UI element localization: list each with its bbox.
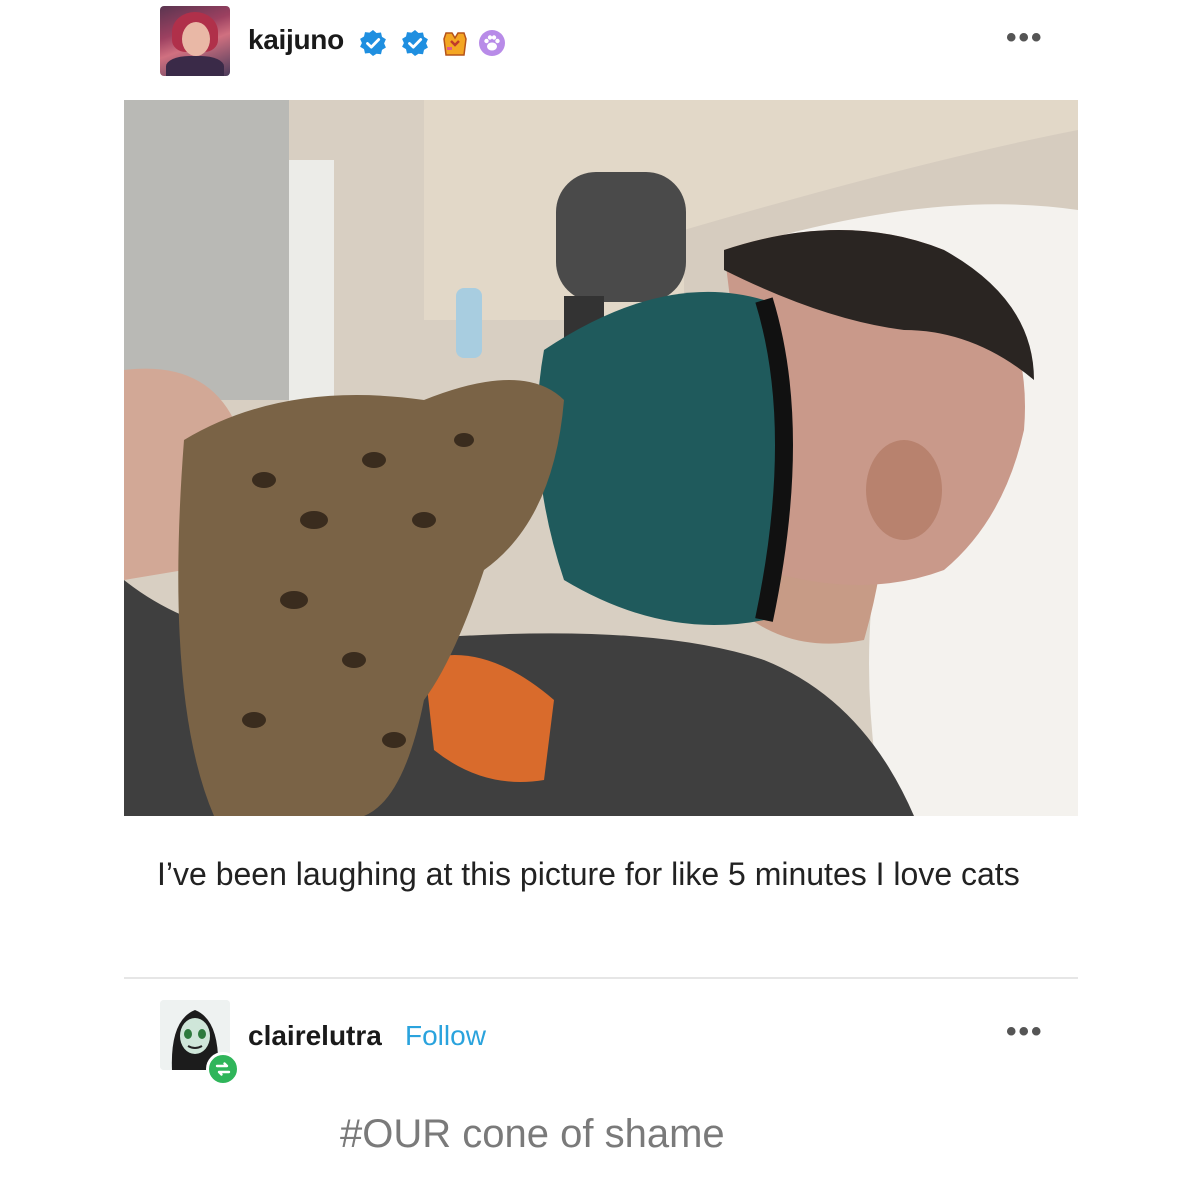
post-photo	[124, 100, 1078, 816]
more-options-ellipsis-icon[interactable]: •••	[1006, 1017, 1044, 1047]
author-username[interactable]: kaijuno	[248, 24, 344, 56]
paw-badge-icon	[479, 30, 505, 56]
reblog-icon	[206, 1052, 240, 1086]
more-options-ellipsis-icon[interactable]: •••	[1006, 23, 1044, 53]
verified-badge-icon	[360, 30, 386, 56]
reblogger-username[interactable]: clairelutra	[248, 1020, 382, 1052]
post-caption: I’ve been laughing at this picture for l…	[157, 856, 1020, 892]
divider	[124, 977, 1078, 979]
vest-badge-icon	[443, 32, 467, 56]
cat-and-man-with-cone-illustration	[124, 100, 1078, 816]
author-avatar[interactable]	[160, 6, 230, 76]
verified-badge-icon	[402, 30, 428, 56]
follow-button[interactable]: Follow	[405, 1020, 486, 1052]
post-tag[interactable]: #OUR cone of shame	[340, 1112, 725, 1157]
